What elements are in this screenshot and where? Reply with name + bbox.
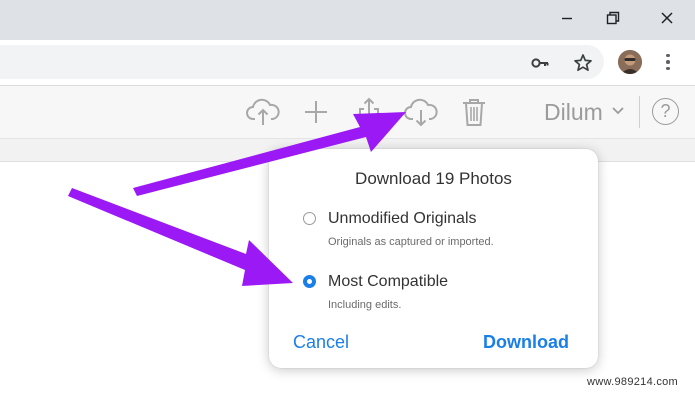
star-icon[interactable] — [571, 51, 595, 75]
restore-icon — [606, 11, 620, 25]
trash-icon[interactable] — [456, 95, 492, 129]
download-cloud-icon[interactable] — [403, 95, 439, 129]
chevron-down-icon[interactable] — [611, 104, 625, 118]
download-button[interactable]: Download — [483, 332, 569, 353]
cancel-button[interactable]: Cancel — [293, 332, 349, 353]
option-description: Originals as captured or imported. — [328, 236, 494, 248]
radio-unmodified-originals[interactable] — [303, 212, 316, 225]
toolbar-divider — [639, 96, 640, 128]
upload-cloud-icon[interactable] — [245, 95, 281, 129]
avatar[interactable] — [618, 50, 642, 74]
more-vert-icon[interactable] — [660, 50, 676, 74]
close-icon — [661, 12, 673, 24]
key-icon[interactable] — [528, 51, 552, 75]
help-button[interactable]: ? — [652, 98, 679, 125]
radio-most-compatible[interactable] — [303, 275, 316, 288]
option-label: Unmodified Originals — [328, 210, 477, 227]
minimize-button[interactable] — [544, 0, 590, 36]
restore-button[interactable] — [590, 0, 636, 36]
option-description: Including edits. — [328, 299, 402, 311]
omnibox[interactable] — [0, 45, 604, 79]
watermark: www.989214.com — [587, 376, 679, 388]
minimize-icon — [562, 17, 572, 20]
share-icon[interactable] — [351, 95, 387, 129]
popover-title: Download 19 Photos — [355, 169, 512, 188]
plus-icon[interactable] — [298, 95, 334, 129]
close-button[interactable] — [644, 0, 690, 36]
arrow-to-most-compatible — [68, 188, 293, 286]
window-titlebar — [0, 0, 695, 40]
download-popover: Download 19 Photos Unmodified Originals … — [269, 149, 598, 368]
user-menu-label[interactable]: Dilum — [544, 98, 603, 126]
option-label: Most Compatible — [328, 273, 449, 290]
